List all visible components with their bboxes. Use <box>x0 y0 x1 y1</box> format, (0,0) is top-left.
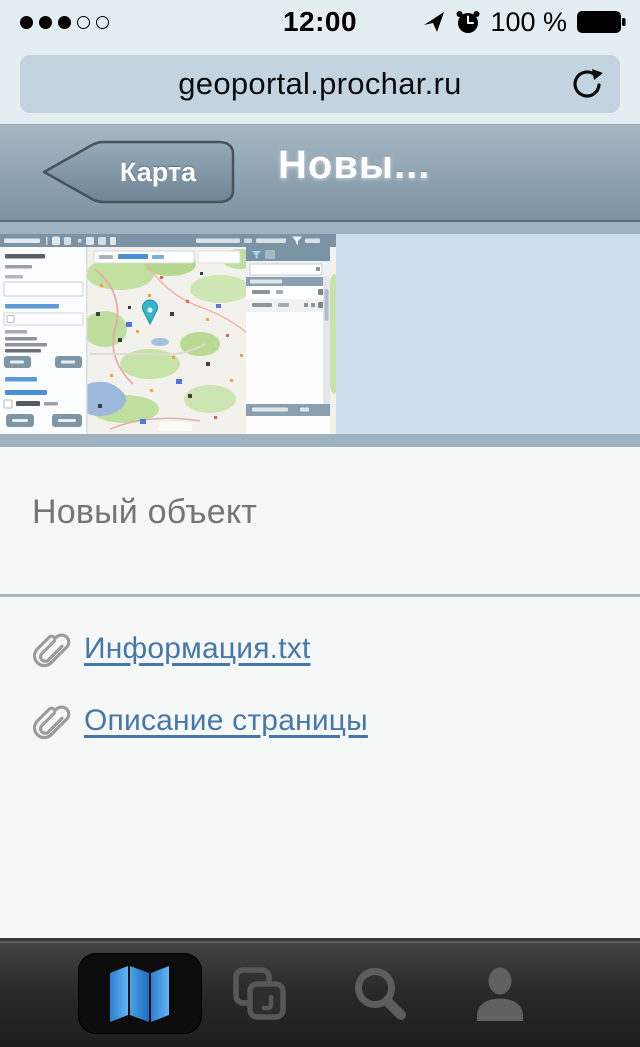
attachment-link[interactable]: Информация.txt <box>84 632 310 666</box>
page-nav-header: Карта Новы... <box>0 125 640 222</box>
back-button-label: Карта <box>94 140 222 204</box>
tab-bar <box>0 938 640 1047</box>
attachment-row: Информация.txt <box>30 625 640 673</box>
back-button[interactable]: Карта <box>36 140 236 204</box>
paperclip-icon <box>30 699 74 743</box>
map-screenshot-thumbnail <box>0 234 336 434</box>
url-text: geoportal.prochar.ru <box>178 66 461 102</box>
attachment-link[interactable]: Описание страницы <box>84 704 368 738</box>
location-arrow-icon <box>423 11 446 34</box>
tab-search[interactable] <box>320 941 440 1047</box>
tab-profile[interactable] <box>440 941 560 1047</box>
status-right-icons: 100 % <box>423 7 626 38</box>
refresh-button[interactable] <box>570 67 604 103</box>
page-content: Новый объект Информация.txt Описание стр… <box>0 447 640 938</box>
tab-map[interactable] <box>80 941 200 1047</box>
battery-percent: 100 % <box>490 7 567 38</box>
pages-icon <box>233 967 287 1021</box>
iphone-screen: 12:00 100 % geoportal.prochar.ru <box>0 0 640 1047</box>
search-icon <box>351 965 409 1023</box>
gallery-band <box>0 234 640 434</box>
attachment-list: Информация.txt Описание страницы <box>0 597 640 745</box>
alarm-clock-icon <box>455 9 481 35</box>
refresh-icon <box>570 67 604 103</box>
gallery-bottom-strip <box>0 434 640 447</box>
url-field[interactable]: geoportal.prochar.ru <box>20 55 620 113</box>
battery-icon <box>576 10 626 34</box>
attachment-row: Описание страницы <box>30 697 640 745</box>
object-heading: Новый объект <box>0 447 640 532</box>
tab-pages[interactable] <box>200 941 320 1047</box>
status-bar: 12:00 100 % <box>0 0 640 44</box>
map-icon <box>107 965 173 1023</box>
paperclip-icon <box>30 627 74 671</box>
browser-chrome: geoportal.prochar.ru <box>0 44 640 125</box>
person-icon <box>472 967 528 1021</box>
page-title: Новы... <box>278 143 430 188</box>
gallery-top-strip <box>0 222 640 234</box>
